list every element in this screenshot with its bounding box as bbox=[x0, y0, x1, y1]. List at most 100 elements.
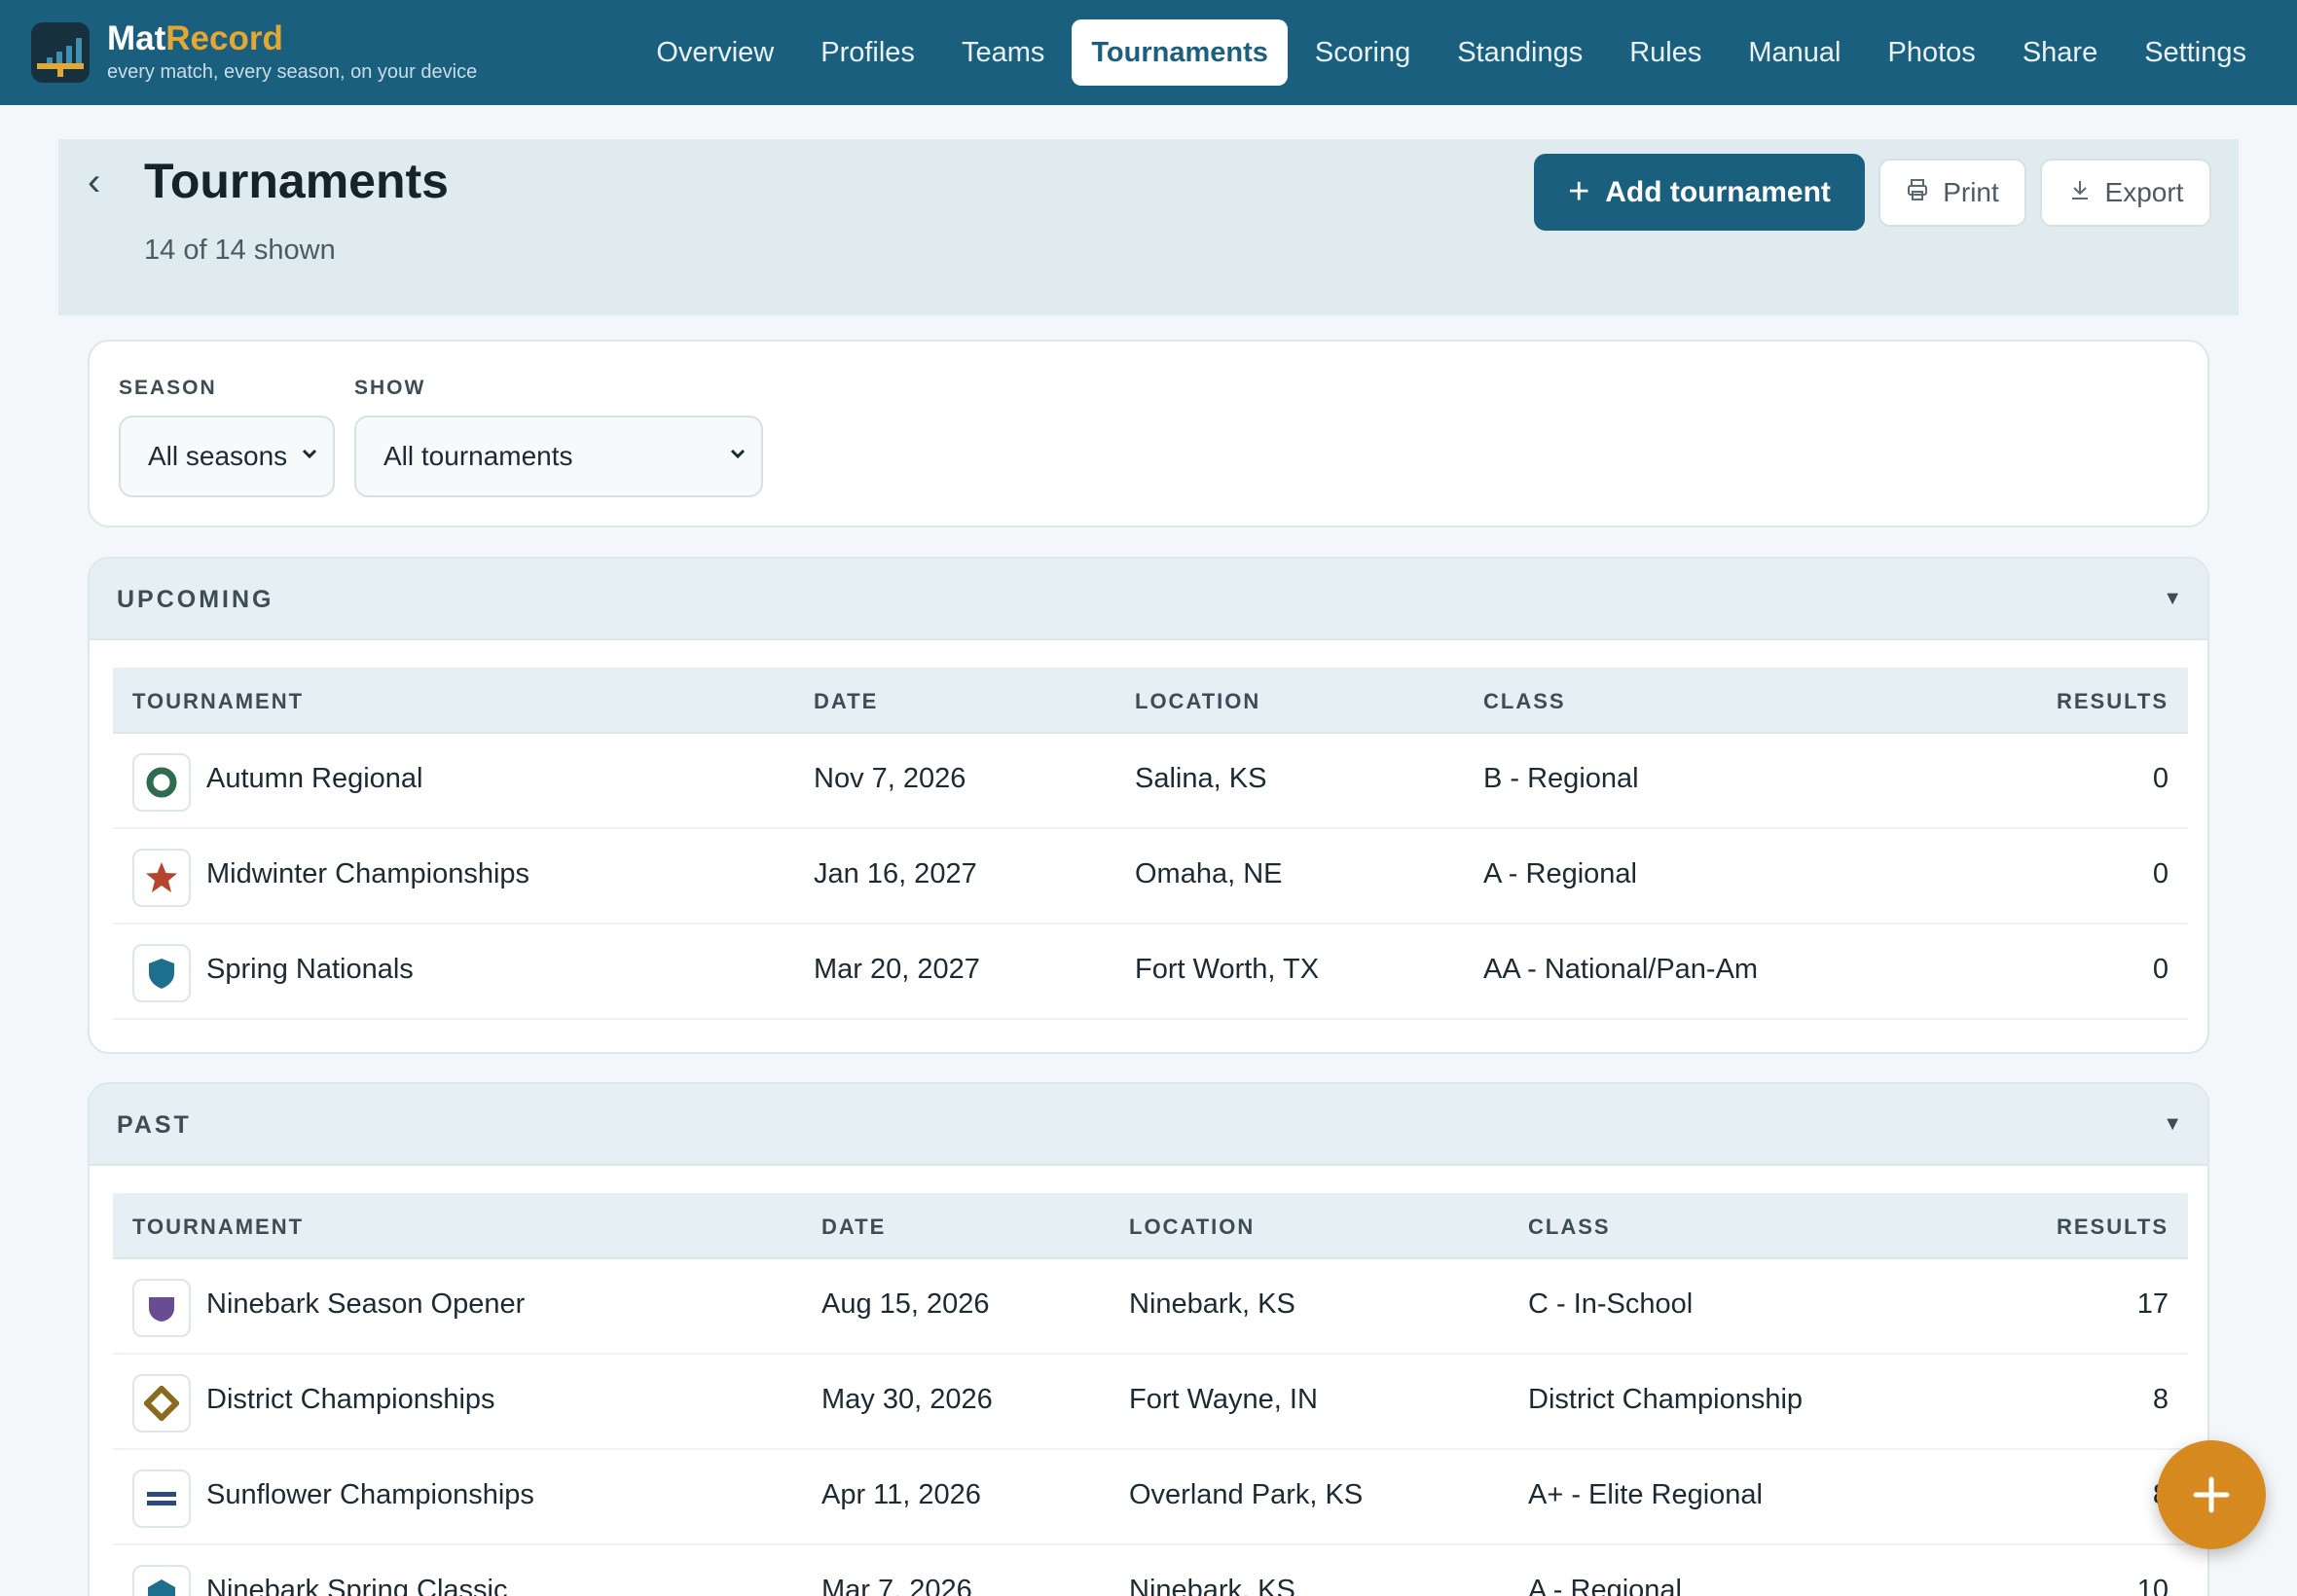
tournament-class: B - Regional bbox=[1483, 763, 1639, 794]
filter-card: SEASON All seasons SHOW All tournaments bbox=[88, 340, 2209, 527]
results-count: 0 bbox=[2152, 763, 2169, 794]
table-header: TOURNAMENT DATE LOCATION CLASS RESULTS bbox=[113, 668, 2188, 734]
table-row[interactable]: Ninebark Season Opener Aug 15, 2026 Nineba… bbox=[113, 1259, 2188, 1355]
nav-overview[interactable]: Overview bbox=[633, 19, 797, 86]
results-count: 0 bbox=[2152, 954, 2169, 985]
tournament-name[interactable]: Autumn Regional bbox=[206, 763, 422, 795]
tournament-class: District Championship bbox=[1528, 1384, 1804, 1415]
results-count: 0 bbox=[2152, 858, 2169, 889]
floating-add-button[interactable] bbox=[2157, 1440, 2266, 1549]
chevron-down-icon bbox=[300, 443, 319, 470]
results-count: 17 bbox=[2136, 1288, 2169, 1320]
tournament-location: Fort Worth, TX bbox=[1135, 954, 1320, 985]
page-title: Tournaments bbox=[144, 154, 449, 208]
tournament-name[interactable]: Midwinter Championships bbox=[206, 858, 529, 890]
nav-settings[interactable]: Settings bbox=[2121, 19, 2270, 86]
add-tournament-button[interactable]: + Add tournament bbox=[1534, 154, 1865, 231]
crest-icon bbox=[132, 1279, 191, 1337]
tournament-name[interactable]: Spring Nationals bbox=[206, 954, 414, 986]
col-location[interactable]: LOCATION bbox=[1135, 689, 1260, 714]
tournament-class: C - In-School bbox=[1528, 1288, 1694, 1320]
season-select[interactable]: All seasons bbox=[119, 416, 335, 497]
past-section-header[interactable]: PAST ▼ bbox=[90, 1084, 2207, 1166]
table-header: TOURNAMENT DATE LOCATION CLASS RESULTS bbox=[113, 1193, 2188, 1259]
pentagon-icon bbox=[132, 1565, 191, 1596]
ring-icon bbox=[132, 753, 191, 812]
results-count: 8 bbox=[2152, 1384, 2169, 1415]
nav-profiles[interactable]: Profiles bbox=[797, 19, 938, 86]
tournament-date: Mar 20, 2027 bbox=[814, 954, 980, 985]
nav-teams[interactable]: Teams bbox=[938, 19, 1068, 86]
main-nav: Overview Profiles Teams Tournaments Scoring S… bbox=[633, 19, 2270, 86]
stripes-icon bbox=[132, 1469, 191, 1528]
tournament-date: Mar 7, 2026 bbox=[821, 1575, 972, 1596]
table-row[interactable]: Autumn Regional Nov 7, 2026 Salina, KS B - … bbox=[113, 734, 2188, 829]
upcoming-section-header[interactable]: UPCOMING ▼ bbox=[90, 559, 2207, 640]
table-row[interactable]: District Championships May 30, 2026 Fort W… bbox=[113, 1355, 2188, 1450]
nav-scoring[interactable]: Scoring bbox=[1292, 19, 1434, 86]
table-row[interactable]: Spring Nationals Mar 20, 2027 Fort Worth, … bbox=[113, 925, 2188, 1020]
tournament-location: Fort Wayne, IN bbox=[1129, 1384, 1318, 1415]
tournament-date: Jan 16, 2027 bbox=[814, 858, 977, 889]
col-tournament[interactable]: TOURNAMENT bbox=[132, 689, 304, 714]
tournament-location: Omaha, NE bbox=[1135, 858, 1283, 889]
shown-count: 14 of 14 shown bbox=[144, 235, 336, 266]
chevron-down-icon bbox=[728, 443, 747, 470]
caret-down-icon[interactable]: ▼ bbox=[2163, 588, 2182, 610]
nav-photos[interactable]: Photos bbox=[1865, 19, 1999, 86]
tournament-date: Nov 7, 2026 bbox=[814, 763, 966, 794]
past-table: TOURNAMENT DATE LOCATION CLASS RESULTS N… bbox=[113, 1193, 2188, 1596]
nav-manual[interactable]: Manual bbox=[1725, 19, 1864, 86]
nav-standings[interactable]: Standings bbox=[1434, 19, 1606, 86]
app-logo-icon bbox=[31, 22, 90, 83]
col-location[interactable]: LOCATION bbox=[1129, 1215, 1255, 1240]
nav-share[interactable]: Share bbox=[1999, 19, 2121, 86]
tournament-location: Overland Park, KS bbox=[1129, 1479, 1364, 1510]
season-label: SEASON bbox=[119, 377, 217, 399]
section-title: UPCOMING bbox=[117, 586, 274, 613]
app-tagline: every match, every season, on your devic… bbox=[107, 61, 478, 83]
app-name: MatRecord bbox=[107, 19, 283, 57]
table-row[interactable]: Midwinter Championships Jan 16, 2027 Omaha… bbox=[113, 829, 2188, 925]
tournament-location: Ninebark, KS bbox=[1129, 1575, 1295, 1596]
tournament-location: Salina, KS bbox=[1135, 763, 1267, 794]
tournament-name[interactable]: Sunflower Championships bbox=[206, 1479, 534, 1511]
table-row[interactable]: Sunflower Championships Apr 11, 2026 Overl… bbox=[113, 1450, 2188, 1545]
brand[interactable]: MatRecord every match, every season, on … bbox=[31, 21, 477, 84]
col-class[interactable]: CLASS bbox=[1483, 689, 1566, 714]
chevron-left-icon[interactable]: ‹ bbox=[88, 161, 100, 204]
col-tournament[interactable]: TOURNAMENT bbox=[132, 1215, 304, 1240]
tournament-location: Ninebark, KS bbox=[1129, 1288, 1295, 1320]
col-date[interactable]: DATE bbox=[814, 689, 878, 714]
show-select[interactable]: All tournaments bbox=[354, 416, 763, 497]
tournament-class: A - Regional bbox=[1528, 1575, 1682, 1596]
results-count: 10 bbox=[2136, 1575, 2169, 1596]
upcoming-section: UPCOMING ▼ TOURNAMENT DATE LOCATION CLAS… bbox=[88, 557, 2209, 1054]
printer-icon bbox=[1906, 178, 1929, 208]
tournament-class: AA - National/Pan-Am bbox=[1483, 954, 1759, 985]
past-section: PAST ▼ TOURNAMENT DATE LOCATION CLASS RE… bbox=[88, 1082, 2209, 1596]
tournament-name[interactable]: Ninebark Spring Classic bbox=[206, 1575, 507, 1596]
star-icon bbox=[132, 849, 191, 907]
tournament-date: Apr 11, 2026 bbox=[821, 1479, 981, 1510]
export-button[interactable]: Export bbox=[2040, 159, 2211, 227]
nav-tournaments[interactable]: Tournaments bbox=[1072, 19, 1288, 86]
shield-icon bbox=[132, 944, 191, 1002]
table-row[interactable]: Ninebark Spring Classic Mar 7, 2026 Nineba… bbox=[113, 1545, 2188, 1596]
col-results[interactable]: RESULTS bbox=[2057, 689, 2169, 714]
caret-down-icon[interactable]: ▼ bbox=[2163, 1113, 2182, 1136]
upcoming-table: TOURNAMENT DATE LOCATION CLASS RESULTS A… bbox=[113, 668, 2188, 1020]
diamond-icon bbox=[132, 1374, 191, 1433]
tournament-class: A - Regional bbox=[1483, 858, 1637, 889]
col-class[interactable]: CLASS bbox=[1528, 1215, 1611, 1240]
tournament-date: Aug 15, 2026 bbox=[821, 1288, 990, 1320]
top-nav-bar: MatRecord every match, every season, on … bbox=[0, 0, 2297, 105]
nav-rules[interactable]: Rules bbox=[1606, 19, 1725, 86]
col-results[interactable]: RESULTS bbox=[2057, 1215, 2169, 1240]
tournament-date: May 30, 2026 bbox=[821, 1384, 993, 1415]
tournament-name[interactable]: Ninebark Season Opener bbox=[206, 1288, 525, 1321]
section-title: PAST bbox=[117, 1111, 192, 1139]
tournament-name[interactable]: District Championships bbox=[206, 1384, 495, 1416]
print-button[interactable]: Print bbox=[1878, 159, 2026, 227]
col-date[interactable]: DATE bbox=[821, 1215, 886, 1240]
